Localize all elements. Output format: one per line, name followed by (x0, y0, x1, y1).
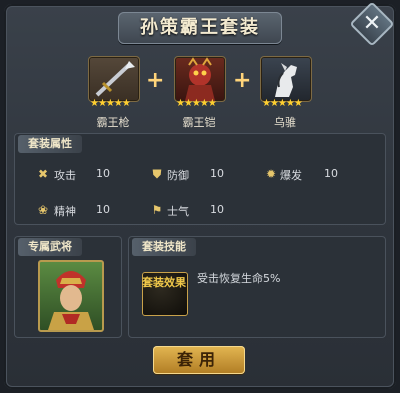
item-name-spear: 霸王枪 (96, 116, 130, 129)
horse-icon (275, 63, 297, 97)
defense-icon: ⛊ (152, 167, 162, 181)
use-button-label[interactable]: 套用 (153, 346, 245, 374)
attr-label-morale: 士气 (167, 205, 189, 218)
attr-value-morale: 10 (210, 203, 224, 216)
attr-value-defense: 10 (210, 167, 224, 180)
attr-label-burst: 爆发 (280, 169, 302, 182)
attr-label-spirit: 精神 (54, 205, 76, 218)
attack-icon: ✖ (37, 167, 49, 181)
burst-icon: ✹ (265, 167, 277, 181)
set-skill-description: 受击恢复生命5% (197, 272, 281, 285)
item-name-horse: 乌骓 (274, 116, 296, 129)
attr-value-burst: 10 (324, 167, 338, 180)
close-icon[interactable]: ✕ (356, 8, 388, 40)
item-name-armor: 霸王铠 (182, 116, 216, 129)
item-horse[interactable] (260, 56, 312, 102)
general-portrait-icon (48, 271, 94, 330)
plus-icon: + (146, 68, 165, 93)
attr-label-defense: 防御 (167, 169, 189, 182)
attr-label-attack: 攻击 (54, 169, 76, 182)
spear-icon (95, 61, 135, 97)
page-title: 孙策霸王套装 (140, 17, 260, 38)
title-plate: 孙策霸王套装 (118, 12, 282, 44)
item-stars-spear: ★★★★★ (90, 98, 131, 109)
attr-value-spirit: 10 (96, 203, 110, 216)
item-stars-armor: ★★★★★ (176, 98, 217, 109)
set-effect-badge-label: 套装效果 (142, 276, 186, 289)
attr-value-attack: 10 (96, 167, 110, 180)
item-spear[interactable] (88, 56, 140, 102)
general-avatar[interactable] (38, 260, 104, 332)
armor-icon (185, 57, 215, 101)
morale-icon: ⚑ (151, 203, 163, 217)
item-stars-horse: ★★★★★ (262, 98, 303, 109)
exclusive-general-header: 专属武将 (18, 238, 82, 256)
plus-icon: + (233, 68, 252, 93)
item-armor[interactable] (174, 56, 226, 102)
attributes-header: 套装属性 (18, 135, 82, 153)
set-skill-header: 套装技能 (132, 238, 196, 256)
spirit-icon: ❀ (37, 203, 49, 217)
